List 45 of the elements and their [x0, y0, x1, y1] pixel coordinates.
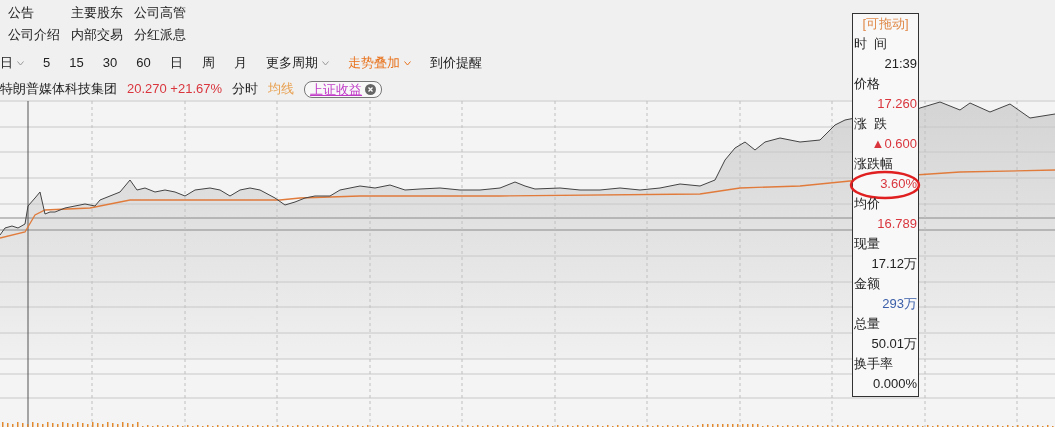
period-tab[interactable]: 15 [69, 53, 84, 73]
tooltip-label: 时 间 [854, 35, 889, 53]
period-tab[interactable]: 30 [102, 53, 118, 73]
period-tab[interactable]: 月 [233, 53, 247, 73]
period-tab[interactable]: 5 [43, 53, 51, 73]
period-tab[interactable]: 更多周期 [265, 53, 329, 73]
tooltip-label: 金额 [854, 275, 881, 293]
drag-hint: [可拖动] [861, 15, 910, 33]
company-link[interactable]: 分红派息 [134, 25, 197, 44]
close-icon[interactable] [365, 83, 377, 95]
tooltip-value: 21:39 [883, 55, 917, 73]
tooltip-label: 涨跌幅 [854, 155, 894, 173]
tooltip-value: 293万 [881, 295, 917, 313]
caret-icon [403, 60, 411, 66]
stock-name: 特朗普媒体科技集团 [0, 80, 117, 99]
stock-quote: 20.270 +21.67% [127, 80, 223, 99]
intraday-tab[interactable]: 分时 [232, 79, 259, 99]
caret-icon [17, 60, 24, 66]
tooltip-value: 0.000% [871, 375, 917, 393]
tooltip-label: 总量 [854, 315, 881, 333]
company-link[interactable]: 内部交易 [71, 25, 134, 44]
company-link[interactable]: 公司介绍 [8, 25, 71, 44]
period-tab[interactable]: 周 [201, 53, 215, 73]
tooltip-value: 3.60% [879, 175, 917, 193]
company-link[interactable]: 公告 [8, 3, 71, 22]
overlay-chip[interactable]: 上证收益 [304, 80, 383, 98]
tooltip-label: 价格 [854, 75, 881, 93]
period-tab[interactable]: 到价提醒 [429, 53, 482, 73]
tooltip-label: 现量 [854, 235, 881, 253]
tooltip-value: 50.01万 [870, 335, 917, 353]
caret-icon [321, 60, 329, 66]
tooltip-value: 16.789 [876, 215, 917, 233]
tooltip-label: 换手率 [854, 355, 894, 373]
period-tab[interactable]: 日 [0, 53, 24, 73]
tooltip-value: 17.260 [876, 95, 917, 113]
period-tab[interactable]: 60 [136, 53, 151, 73]
tooltip-label: 均价 [854, 195, 881, 213]
overlay-label[interactable]: 上证收益 [310, 82, 363, 96]
company-link[interactable]: 主要股东 [71, 3, 134, 22]
tooltip-label: 涨 跌 [854, 115, 889, 133]
period-tab[interactable]: 日 [169, 53, 183, 73]
tooltip-value: 17.12万 [870, 255, 917, 273]
data-tooltip[interactable]: [可拖动] 时 间 21:39 价格 17.260 涨 跌 ▲0.600 涨跌幅 3.60% 均价 16.789 现量 17.12万 金额 293万 总量 50.01万 换手率 0.000% [852, 13, 919, 397]
company-link[interactable]: 公司高管 [134, 3, 197, 22]
tooltip-value: ▲0.600 [870, 135, 917, 153]
